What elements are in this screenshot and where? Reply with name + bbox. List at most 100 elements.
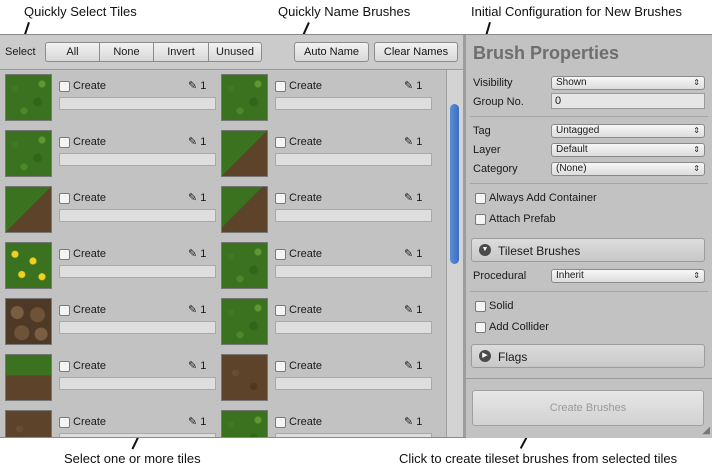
brush-name-field[interactable] [59,377,216,390]
brush-icon: ✎ [188,136,198,148]
create-checkbox[interactable] [275,361,286,372]
tile-thumbnail[interactable] [5,74,52,121]
tile-count: ✎ 1 [404,247,422,260]
brush-name-field[interactable] [275,377,432,390]
brush-name-field[interactable] [275,97,432,110]
create-checkbox[interactable] [275,137,286,148]
tile-item[interactable]: Create ✎ 1 [0,294,216,350]
brush-name-field[interactable] [59,433,216,437]
brush-name-field[interactable] [59,97,216,110]
brush-name-field[interactable] [59,209,216,222]
layer-dropdown[interactable]: Default ⇕ [551,143,705,157]
tile-thumbnail[interactable] [221,242,268,289]
create-checkbox[interactable] [275,193,286,204]
tile-item[interactable]: Create ✎ 1 [0,70,216,126]
brush-name-field[interactable] [59,153,216,166]
create-checkbox[interactable] [59,193,70,204]
tileset-brushes-section[interactable]: ▼ Tileset Brushes [471,238,705,262]
tile-thumbnail[interactable] [221,186,268,233]
tile-item[interactable]: Create ✎ 1 [216,70,432,126]
callout-select-one: Select one or more tiles [64,451,201,466]
brush-name-field[interactable] [275,321,432,334]
tile-thumbnail[interactable] [221,354,268,401]
tile-thumbnail[interactable] [221,130,268,177]
tile-count: ✎ 1 [188,191,206,204]
tile-item[interactable]: Create ✎ 1 [216,182,432,238]
resize-grip-icon[interactable]: ◢ [702,425,710,436]
tile-thumbnail[interactable] [221,410,268,437]
select-invert-button[interactable]: Invert [153,42,208,62]
create-label: Create [289,416,323,428]
tile-item[interactable]: Create ✎ 1 [0,126,216,182]
tile-thumbnail[interactable] [5,298,52,345]
add-collider-checkbox[interactable] [475,322,486,333]
tile-item[interactable]: Create ✎ 1 [216,126,432,182]
tile-thumbnail[interactable] [221,298,268,345]
tile-item[interactable]: Create ✎ 1 [216,294,432,350]
auto-name-button[interactable]: Auto Name [294,42,369,62]
create-checkbox[interactable] [275,249,286,260]
tag-value: Untagged [556,125,600,136]
callout-select-tiles: Quickly Select Tiles [24,4,137,19]
tile-thumbnail[interactable] [5,354,52,401]
tile-count-value: 1 [416,80,423,92]
tile-thumbnail[interactable] [5,410,52,437]
tile-thumbnail[interactable] [5,130,52,177]
tile-thumbnail[interactable] [5,186,52,233]
tile-count: ✎ 1 [404,415,422,428]
vertical-scrollbar[interactable] [446,70,463,437]
create-brushes-button[interactable]: Create Brushes [472,390,704,426]
create-checkbox[interactable] [59,137,70,148]
tile-item[interactable]: Create ✎ 1 [0,406,216,437]
category-dropdown[interactable]: (None) ⇕ [551,162,705,176]
brush-name-field[interactable] [275,209,432,222]
brush-name-field[interactable] [275,153,432,166]
create-checkbox[interactable] [59,81,70,92]
tile-count-value: 1 [416,416,423,428]
tile-item[interactable]: Create ✎ 1 [0,182,216,238]
solid-checkbox[interactable] [475,301,486,312]
tile-count-value: 1 [200,136,207,148]
create-checkbox[interactable] [59,361,70,372]
brush-name-field[interactable] [59,321,216,334]
always-add-container-checkbox[interactable] [475,193,486,204]
create-checkbox[interactable] [59,417,70,428]
create-checkbox[interactable] [275,81,286,92]
brush-name-field[interactable] [59,265,216,278]
create-label: Create [73,360,107,372]
create-checkbox[interactable] [59,249,70,260]
clear-names-button[interactable]: Clear Names [374,42,458,62]
select-all-button[interactable]: All [45,42,99,62]
tile-thumbnail[interactable] [5,242,52,289]
select-unused-button[interactable]: Unused [208,42,262,62]
tileset-brushes-label: Tileset Brushes [498,244,581,258]
tile-item[interactable]: Create ✎ 1 [216,406,432,437]
visibility-dropdown[interactable]: Shown ⇕ [551,76,705,90]
tile-item[interactable]: Create ✎ 1 [0,238,216,294]
create-checkbox[interactable] [59,305,70,316]
tag-dropdown[interactable]: Untagged ⇕ [551,124,705,138]
flags-section[interactable]: ▶ Flags [471,344,705,368]
brush-name-field[interactable] [275,265,432,278]
tile-count: ✎ 1 [188,359,206,372]
tile-item[interactable]: Create ✎ 1 [216,238,432,294]
brush-icon: ✎ [188,360,198,372]
create-checkbox[interactable] [275,417,286,428]
create-area: Create Brushes ◢ [466,378,712,438]
select-none-button[interactable]: None [99,42,153,62]
brush-properties-title: Brush Properties [473,43,620,63]
create-checkbox[interactable] [275,305,286,316]
tile-count: ✎ 1 [404,303,422,316]
create-label: Create [289,248,323,260]
attach-prefab-checkbox[interactable] [475,214,486,225]
tile-item[interactable]: Create ✎ 1 [0,350,216,406]
visibility-value: Shown [556,77,587,88]
brush-icon: ✎ [188,192,198,204]
brush-name-field[interactable] [275,433,432,437]
procedural-dropdown[interactable]: Inherit ⇕ [551,269,705,283]
dropdown-arrow-icon: ⇕ [693,271,700,280]
scrollbar-thumb[interactable] [450,104,459,264]
tile-item[interactable]: Create ✎ 1 [216,350,432,406]
tile-thumbnail[interactable] [221,74,268,121]
group-no-field[interactable]: 0 [551,93,705,109]
